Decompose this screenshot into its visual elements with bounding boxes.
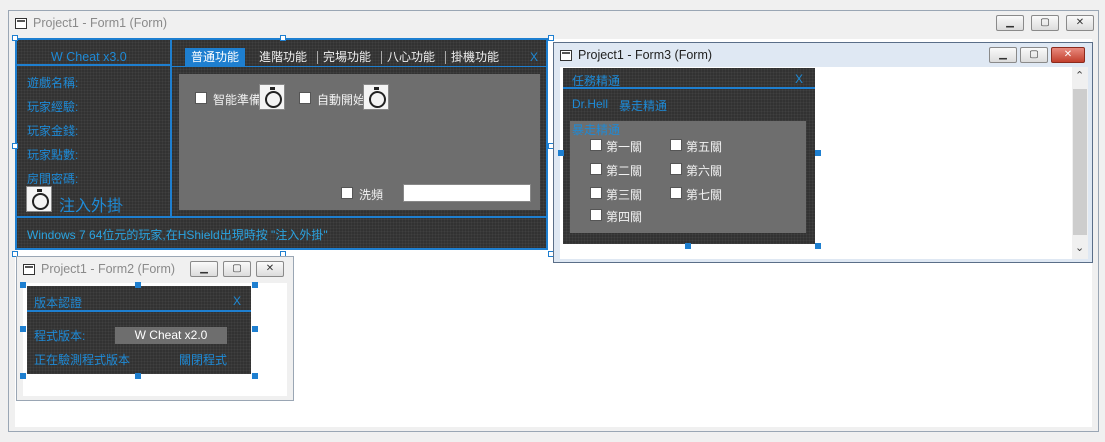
- levels-group-label: 暴走精通: [572, 123, 621, 137]
- tab-finish[interactable]: 完場功能: [323, 48, 371, 66]
- form1-titlebar[interactable]: Project1 - Form1 (Form) ▁ ▢ ✕: [9, 11, 1098, 37]
- player-money-label: 玩家金錢:: [27, 124, 79, 138]
- level-6-checkbox[interactable]: [670, 163, 682, 175]
- smart-prepare-label: 智能準備: [213, 93, 262, 107]
- form3-panel: 任務精通 X Dr.Hell 暴走精通 暴走精通 第一關 第二關 第三關 第四關…: [563, 68, 815, 244]
- level-5-label: 第五關: [686, 140, 723, 154]
- tab-normal[interactable]: 普通功能: [185, 48, 246, 66]
- level-1-checkbox[interactable]: [590, 139, 602, 151]
- form3-title: Project1 - Form3 (Form): [578, 48, 713, 62]
- smart-prepare-checkbox[interactable]: [195, 92, 207, 104]
- smart-prepare-timer-icon: [259, 84, 285, 110]
- auto-start-checkbox[interactable]: [299, 92, 311, 104]
- minimize-button[interactable]: ▁: [190, 261, 218, 277]
- inject-timer-icon[interactable]: [26, 186, 52, 212]
- player-exp-label: 玩家經驗:: [27, 100, 79, 114]
- level-2-label: 第二關: [606, 164, 643, 178]
- scroll-thumb[interactable]: [1073, 89, 1087, 235]
- auto-start-label: 自動開始: [317, 93, 366, 107]
- app-header: W Cheat x3.0: [51, 50, 127, 64]
- form2-title: Project1 - Form2 (Form): [41, 262, 176, 276]
- form3-titlebar[interactable]: Project1 - Form3 (Form) ▁ ▢ ✕: [554, 43, 1092, 69]
- user-name: Dr.Hell: [572, 97, 609, 111]
- level-2-checkbox[interactable]: [590, 163, 602, 175]
- close-button[interactable]: ✕: [1066, 15, 1094, 31]
- maximize-button[interactable]: ▢: [1031, 15, 1059, 31]
- scroll-up-icon[interactable]: ⌃: [1075, 69, 1084, 82]
- auto-start-timer-icon: [363, 84, 389, 110]
- level-4-label: 第四關: [606, 210, 643, 224]
- levels-group: 暴走精通 第一關 第二關 第三關 第四關 第五關 第六關 第七關: [570, 121, 806, 233]
- maximize-button[interactable]: ▢: [1020, 47, 1048, 63]
- version-label: 程式版本:: [34, 329, 86, 343]
- footer-note: Windows 7 64位元的玩家,在HShield出現時按 "注入外掛": [27, 228, 328, 242]
- form-icon: [560, 50, 572, 61]
- level-4-checkbox[interactable]: [590, 209, 602, 221]
- form2-header: 版本認證: [34, 296, 83, 310]
- game-name-label: 遊戲名稱:: [27, 76, 79, 90]
- scroll-down-icon[interactable]: ⌄: [1075, 241, 1084, 254]
- close-button[interactable]: ✕: [256, 261, 284, 277]
- tab-bar: 普通功能 進階功能 完場功能 八心功能 掛機功能 X: [185, 48, 545, 66]
- minimize-button[interactable]: ▁: [989, 47, 1017, 63]
- inject-label[interactable]: 注入外掛: [59, 192, 123, 216]
- level-5-checkbox[interactable]: [670, 139, 682, 151]
- player-points-label: 玩家點數:: [27, 148, 79, 162]
- form1-main-panel: W Cheat x3.0 普通功能 進階功能 完場功能 八心功能 掛機功能 X …: [15, 38, 548, 250]
- wash-input[interactable]: [403, 184, 531, 202]
- mode-label: 暴走精通: [619, 99, 668, 113]
- maximize-button[interactable]: ▢: [223, 261, 251, 277]
- form2-close[interactable]: X: [233, 294, 241, 308]
- tab-eight-heart[interactable]: 八心功能: [387, 48, 435, 66]
- close-button[interactable]: ✕: [1051, 47, 1085, 63]
- form1-title: Project1 - Form1 (Form): [33, 16, 168, 30]
- form3-close[interactable]: X: [795, 72, 803, 86]
- tab-close[interactable]: X: [530, 48, 538, 66]
- wash-checkbox[interactable]: [341, 187, 353, 199]
- wash-label: 洗頻: [359, 188, 384, 202]
- level-1-label: 第一關: [606, 140, 643, 154]
- minimize-button[interactable]: ▁: [996, 15, 1024, 31]
- level-3-checkbox[interactable]: [590, 187, 602, 199]
- level-6-label: 第六關: [686, 164, 723, 178]
- form-icon: [23, 264, 35, 275]
- options-panel: 智能準備 自動開始 洗頻: [179, 74, 540, 210]
- level-3-label: 第三關: [606, 188, 643, 202]
- form2-titlebar[interactable]: Project1 - Form2 (Form) ▁ ▢ ✕: [17, 257, 293, 283]
- form2-panel: 版本認證 X 程式版本: W Cheat x2.0 正在驗測程式版本 關閉程式: [27, 286, 251, 374]
- level-7-label: 第七關: [686, 188, 723, 202]
- room-password-label: 房間密碼:: [27, 172, 79, 186]
- tab-advanced[interactable]: 進階功能: [259, 48, 307, 66]
- version-value: W Cheat x2.0: [115, 327, 227, 344]
- form3-scrollbar[interactable]: ⌃ ⌄: [1072, 67, 1088, 259]
- tab-idle[interactable]: 掛機功能: [451, 48, 499, 66]
- level-7-checkbox[interactable]: [670, 187, 682, 199]
- close-program-link[interactable]: 關閉程式: [179, 351, 227, 368]
- form-icon: [15, 18, 27, 29]
- status-text: 正在驗測程式版本: [34, 353, 131, 367]
